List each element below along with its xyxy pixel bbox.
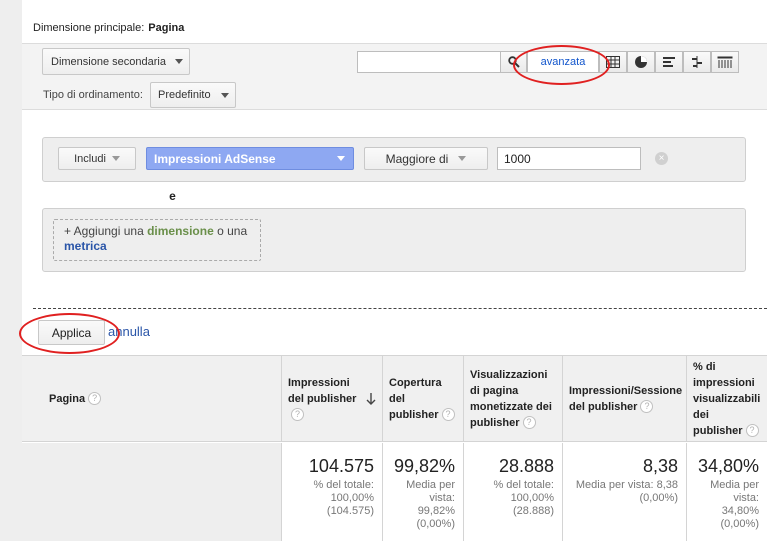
totals-cell: 34,80% Media per vista: 34,80% (0,00%) [686, 443, 767, 541]
pie-view-button[interactable] [627, 51, 655, 73]
highlight-circle-apply [19, 313, 120, 354]
column-header-label-wrap: % di impressioni visualizzabili dei publ… [693, 359, 761, 439]
performance-view-icon [663, 57, 675, 67]
add-prefix-text: + Aggiungi una [64, 224, 148, 238]
chevron-down-icon [458, 156, 467, 161]
highlight-circle-advanced [513, 45, 610, 85]
include-label: Includi [74, 152, 106, 165]
sort-type-value: Predefinito [158, 89, 211, 101]
column-header-monetized-pageviews[interactable]: Visualizzazioni di pagina monetizzate de… [463, 355, 562, 442]
secondary-dimension-label: Dimensione secondaria [51, 55, 166, 68]
add-or-text: o una [213, 224, 248, 238]
chevron-down-icon [111, 156, 120, 161]
totals-cell: 99,82% Media per vista: 99,82% (0,00%) [382, 443, 463, 541]
pie-view-icon [635, 56, 647, 68]
filter-value-input[interactable] [497, 147, 641, 170]
column-header-label-wrap: Visualizzazioni di pagina monetizzate de… [470, 367, 556, 431]
column-header-label-wrap: Impressioni/Sessione del publisher? [569, 383, 682, 415]
comparison-view-button[interactable] [683, 51, 711, 73]
column-header-impressions[interactable]: Impressioni del publisher? [281, 355, 382, 442]
performance-view-button[interactable] [655, 51, 683, 73]
include-exclude-dropdown[interactable]: Includi [58, 147, 136, 170]
secondary-dimension-dropdown[interactable]: Dimensione secondaria [42, 48, 190, 75]
left-gutter [0, 0, 22, 541]
total-subtext: % del totale: 100,00% (28.888) [493, 479, 554, 517]
total-subtext: % del totale: 100,00% (104.575) [313, 479, 374, 517]
table-search-input[interactable] [357, 51, 501, 73]
primary-dimension-label: Dimensione principale: Pagina [33, 22, 184, 34]
chevron-down-icon [221, 92, 229, 98]
operator-label: Maggiore di [385, 151, 449, 166]
sort-type-label: Tipo di ordinamento: [43, 89, 143, 101]
column-header-impressions-per-session[interactable]: Impressioni/Sessione del publisher? [562, 355, 686, 442]
chevron-down-icon [175, 59, 183, 64]
help-icon[interactable]: ? [88, 392, 102, 405]
column-header-label: Visualizzazioni di pagina monetizzate de… [470, 368, 552, 429]
remove-condition-icon[interactable]: × [655, 152, 668, 165]
total-value: 99,82% [393, 456, 455, 476]
metric-label: Impressioni AdSense [154, 151, 276, 166]
help-icon[interactable]: ? [745, 424, 759, 438]
add-metric-link[interactable]: metrica [64, 239, 107, 253]
total-subtext: Media per vista: 99,82% (0,00%) [406, 479, 455, 530]
total-subtext: Media per vista: 8,38 (0,00%) [575, 479, 678, 504]
add-dimension-or-metric-link[interactable]: + Aggiungi una dimensione o una metrica [53, 219, 261, 261]
sort-descending-icon[interactable] [366, 392, 376, 405]
totals-cell: 8,38 Media per vista: 8,38 (0,00%) [562, 443, 686, 541]
column-header-pagina[interactable]: Pagina? [22, 355, 281, 442]
column-header-label: Copertura del publisher [389, 376, 442, 421]
primary-dimension-value[interactable]: Pagina [148, 22, 184, 34]
sort-type-dropdown[interactable]: Predefinito [150, 82, 236, 108]
comparison-view-icon [692, 56, 702, 68]
help-icon[interactable]: ? [441, 408, 455, 422]
operator-dropdown[interactable]: Maggiore di [364, 147, 488, 170]
chevron-down-icon [337, 156, 345, 161]
total-subtext: Media per vista: 34,80% (0,00%) [710, 479, 759, 530]
help-icon[interactable]: ? [522, 416, 536, 430]
totals-cell: 104.575 % del totale: 100,00% (104.575) [281, 443, 382, 541]
metric-dropdown[interactable]: Impressioni AdSense [146, 147, 354, 170]
total-value: 104.575 [308, 456, 374, 476]
totals-cell: 28.888 % del totale: 100,00% (28.888) [463, 443, 562, 541]
column-header-label: Impressioni/Sessione del publisher [569, 384, 683, 413]
help-icon[interactable]: ? [291, 408, 304, 422]
column-header-viewable-impressions[interactable]: % di impressioni visualizzabili dei publ… [686, 355, 767, 442]
column-header-label-wrap: Copertura del publisher? [389, 375, 457, 423]
column-header-label: Impressioni del publisher [288, 376, 357, 405]
and-connector: e [122, 182, 223, 210]
column-header-label-wrap: Impressioni del publisher? [288, 375, 366, 423]
add-dimension-link[interactable]: dimensione [147, 224, 214, 238]
total-value: 28.888 [498, 456, 554, 476]
primary-dimension-caption: Dimensione principale: [33, 22, 145, 34]
totals-row-label-cell [22, 443, 282, 541]
column-header-coverage[interactable]: Copertura del publisher? [382, 355, 463, 442]
divider [33, 308, 767, 309]
column-header-label: Pagina [49, 392, 86, 405]
pivot-view-button[interactable] [711, 51, 739, 73]
pivot-view-icon [717, 56, 733, 68]
total-value: 34,80% [697, 456, 759, 476]
total-value: 8,38 [642, 456, 678, 476]
help-icon[interactable]: ? [640, 400, 654, 414]
